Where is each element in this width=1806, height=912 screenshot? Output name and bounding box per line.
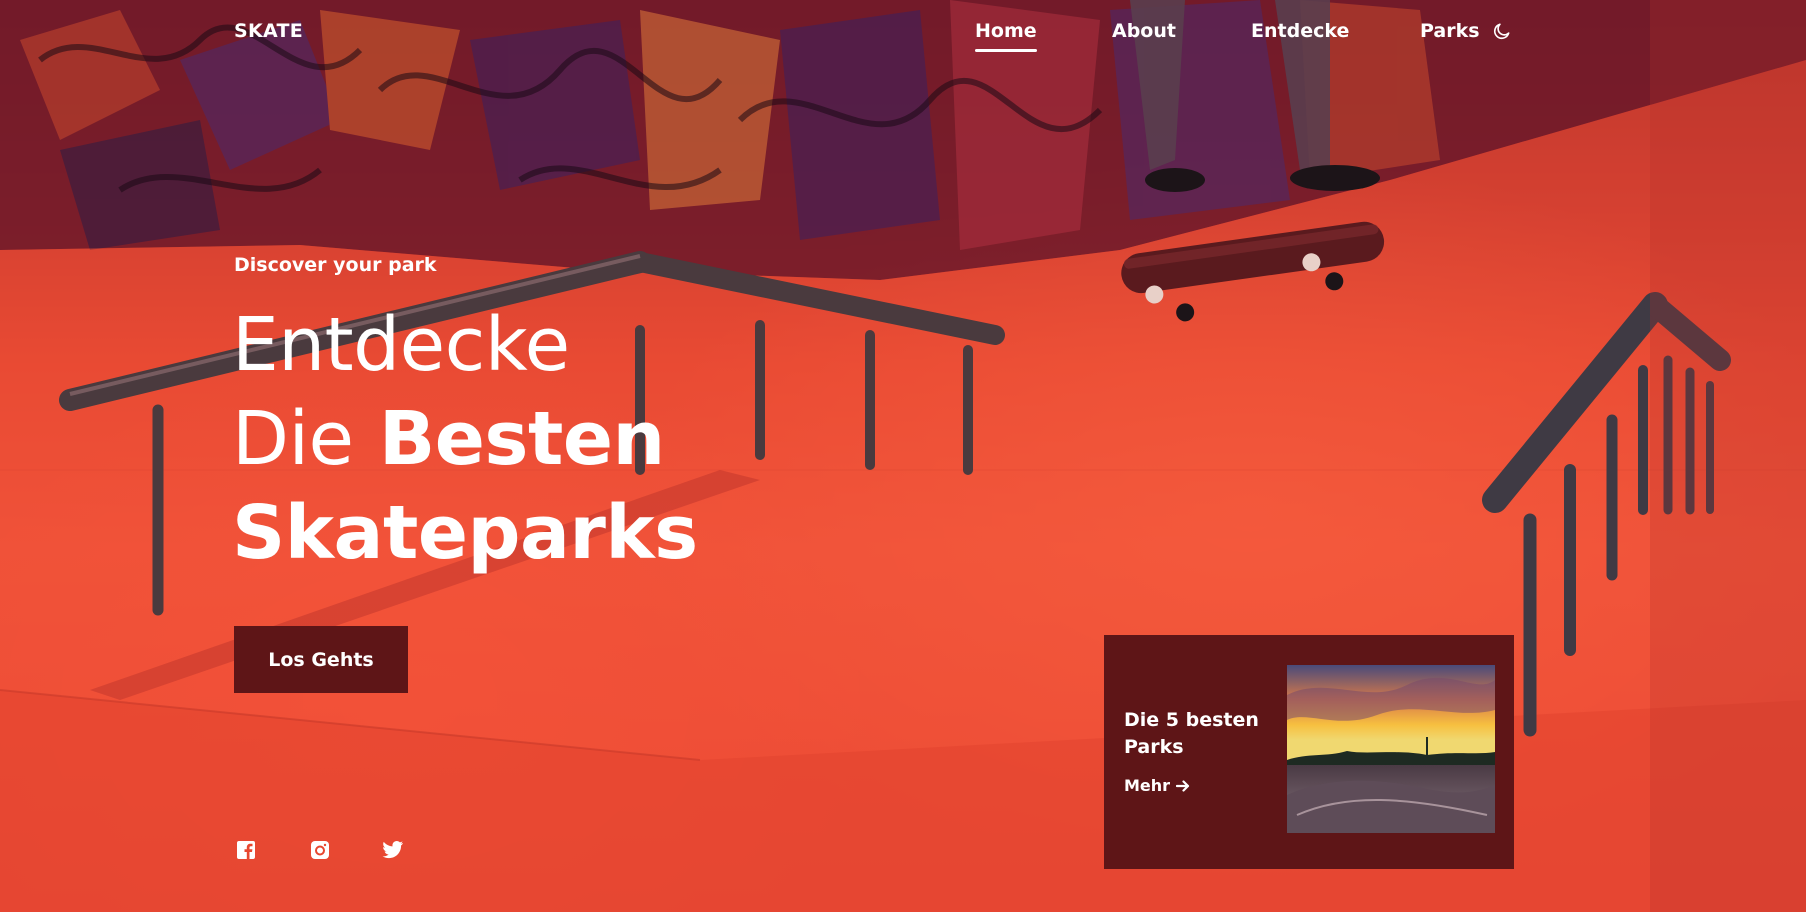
hero-title-line2-bold: Besten <box>378 396 665 482</box>
hero-title-line3: Skateparks <box>232 490 698 576</box>
theme-toggle-button[interactable] <box>1492 21 1516 45</box>
arrow-right-icon <box>1176 779 1190 792</box>
nav-item-entdecke[interactable]: Entdecke <box>1251 20 1349 52</box>
mehr-link-label: Mehr <box>1124 776 1171 795</box>
twitter-icon[interactable] <box>382 840 404 862</box>
facebook-icon[interactable] <box>236 840 258 862</box>
hero-title: Entdecke Die Besten Skateparks <box>232 298 698 580</box>
main-nav: Home About Entdecke Parks <box>0 20 1806 60</box>
hero-title-line1: Entdecke <box>232 302 570 388</box>
mehr-link[interactable]: Mehr <box>1124 776 1190 795</box>
hero-title-line2-light: Die <box>232 396 354 482</box>
nav-item-parks[interactable]: Parks <box>1420 20 1480 52</box>
moon-icon <box>1493 23 1510 40</box>
site-header: SKATE Home About Entdecke Parks <box>0 0 1806 70</box>
los-gehts-button[interactable]: Los Gehts <box>234 626 408 693</box>
feature-card[interactable]: Die 5 besten Parks Mehr <box>1104 635 1514 869</box>
hero-subtitle: Discover your park <box>234 254 437 276</box>
instagram-icon[interactable] <box>310 840 332 862</box>
nav-item-about[interactable]: About <box>1112 20 1176 52</box>
skatepark-sunset-image <box>1287 665 1495 833</box>
card-title: Die 5 besten Parks <box>1124 709 1259 758</box>
nav-item-home[interactable]: Home <box>975 20 1037 52</box>
